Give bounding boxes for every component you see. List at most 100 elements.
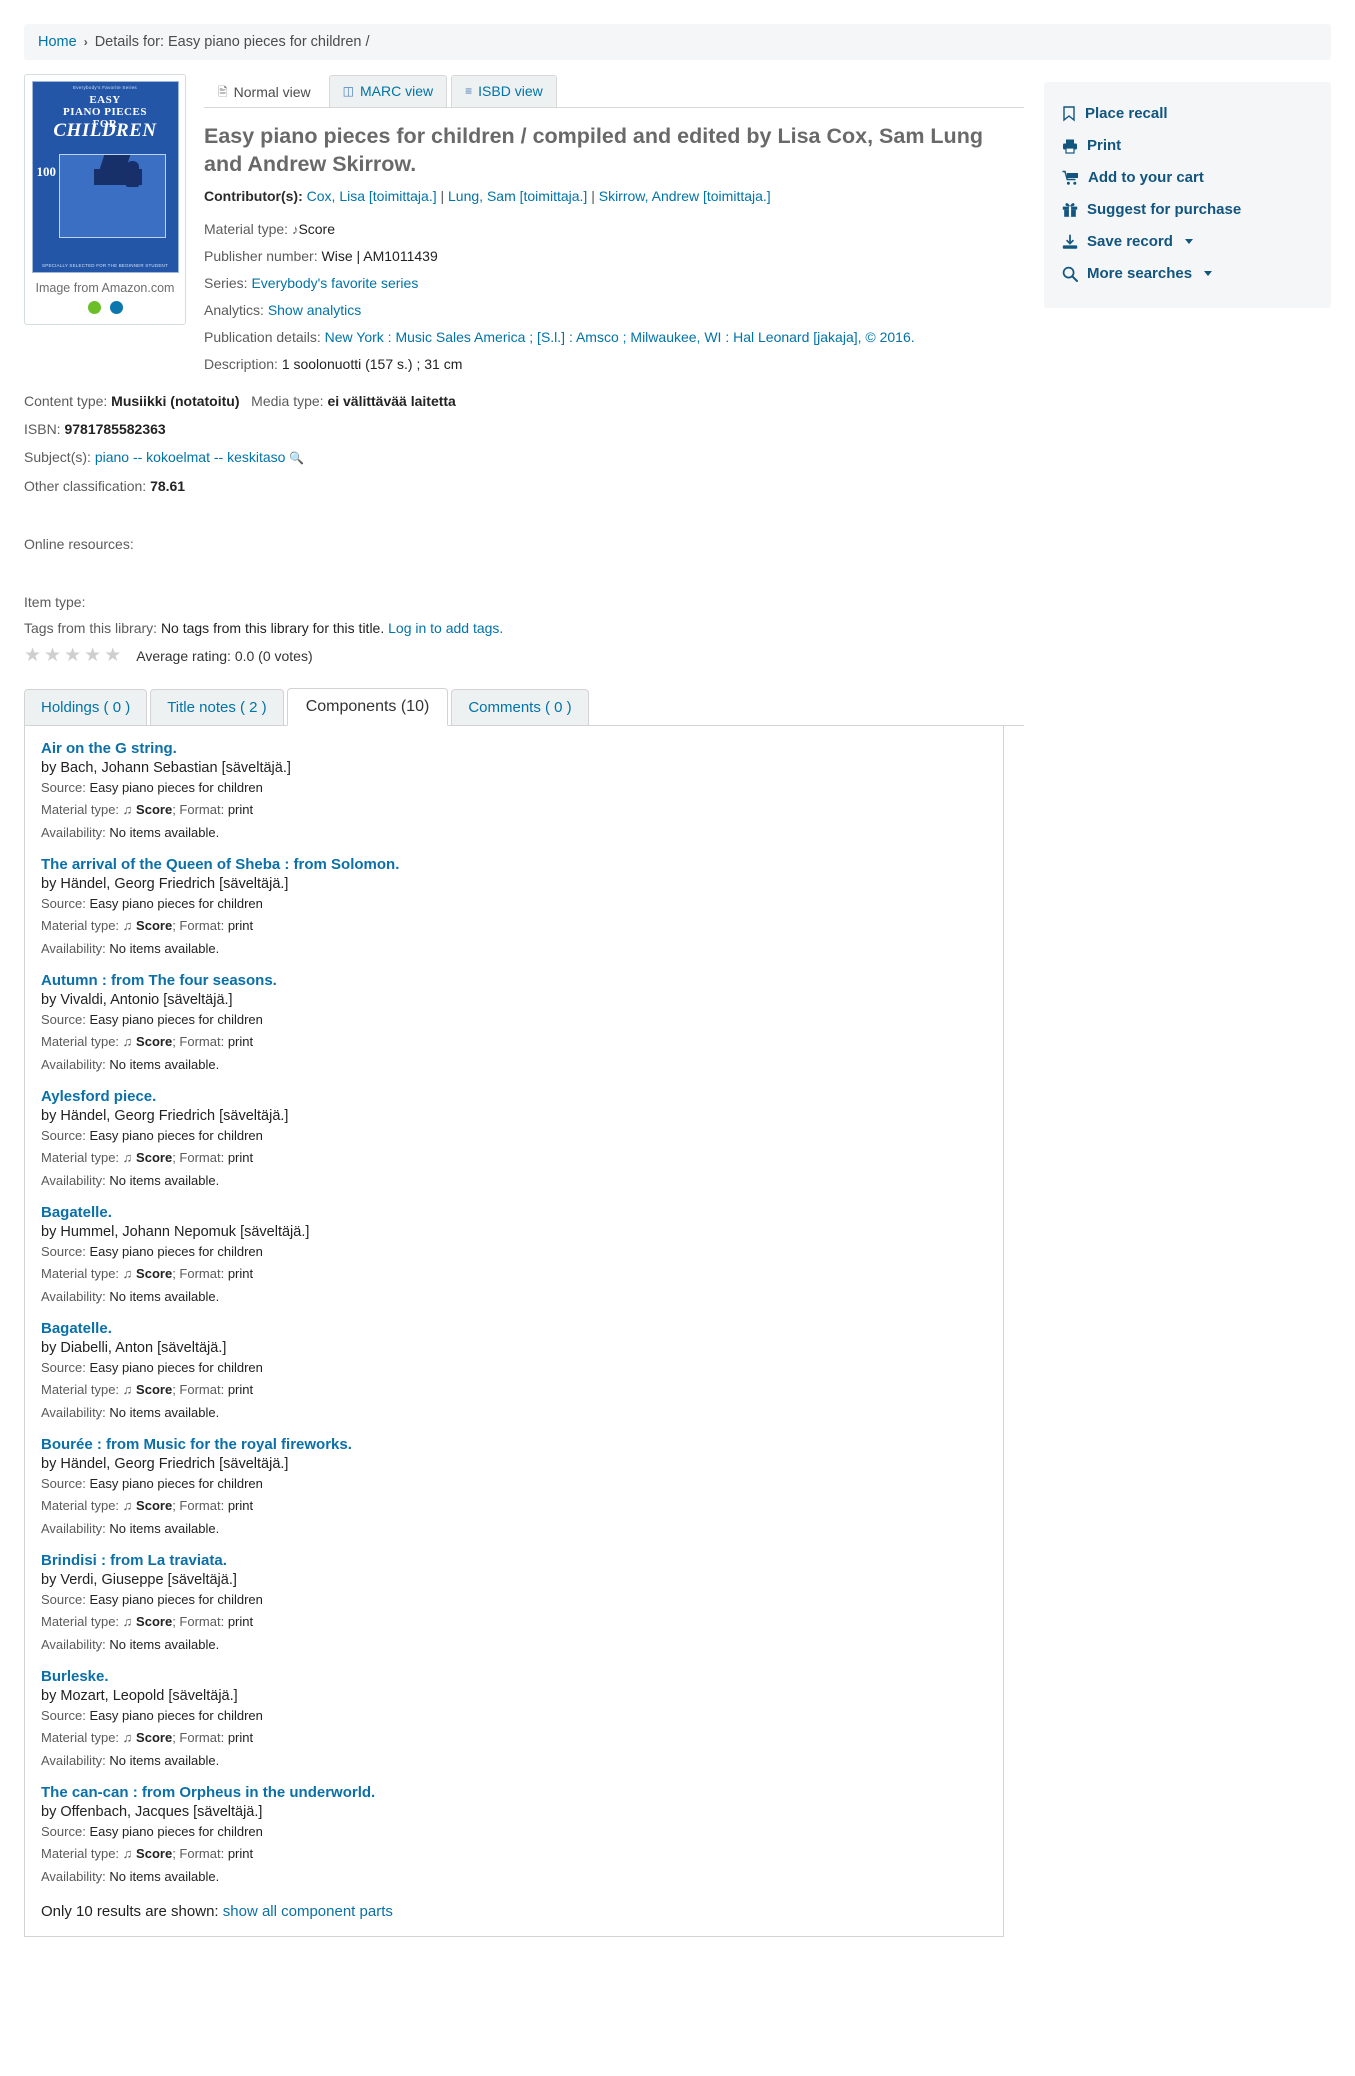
component-author: by Offenbach, Jacques [säveltäjä.]: [41, 1803, 987, 1822]
components-panel: Air on the G string. by Bach, Johann Seba…: [24, 726, 1004, 1937]
description-label: Description:: [204, 356, 278, 372]
tab-isbd-view[interactable]: ≡ ISBD view: [451, 75, 557, 108]
log-in-to-add-tags-link[interactable]: Log in to add tags.: [388, 620, 503, 636]
component-availability: Availability: No items available.: [41, 1171, 987, 1191]
component-source-value: Easy piano pieces for children: [89, 1708, 263, 1723]
star-icon-2[interactable]: ★: [44, 644, 62, 667]
tab-title-notes[interactable]: Title notes ( 2 ): [150, 689, 284, 726]
component-title-link[interactable]: Autumn : from The four seasons.: [41, 972, 987, 989]
show-analytics-link[interactable]: Show analytics: [268, 302, 361, 318]
component-material-type-value: Score: [136, 918, 173, 933]
component-title-link[interactable]: Air on the G string.: [41, 740, 987, 757]
component-material-type: Material type: ♫ Score; Format: print: [41, 1264, 987, 1284]
search-icon: [1062, 266, 1078, 282]
tab-comments[interactable]: Comments ( 0 ): [451, 689, 589, 726]
publication-details-link[interactable]: New York : Music Sales America ; [S.l.] …: [325, 329, 915, 345]
media-type-label: Media type:: [251, 393, 324, 409]
component-item: Burleske. by Mozart, Leopold [säveltäjä.]…: [41, 1668, 987, 1771]
sidebar-item-more-searches-label: More searches: [1087, 265, 1193, 282]
music-note-icon: ♫: [122, 1846, 133, 1861]
subject-link[interactable]: piano -- kokoelmat -- keskitaso: [95, 449, 286, 465]
component-material-type: Material type: ♫ Score; Format: print: [41, 1612, 987, 1632]
component-availability: Availability: No items available.: [41, 1403, 987, 1423]
component-title-link[interactable]: Brindisi : from La traviata.: [41, 1552, 987, 1569]
component-material-type: Material type: ♫ Score; Format: print: [41, 916, 987, 936]
search-icon[interactable]: 🔍: [289, 451, 304, 465]
component-source-label: Source:: [41, 1360, 86, 1375]
component-title-link[interactable]: Burleske.: [41, 1668, 987, 1685]
cart-icon: [1062, 170, 1078, 185]
component-item: Aylesford piece. by Händel, Georg Friedri…: [41, 1088, 987, 1191]
component-availability: Availability: No items available.: [41, 1635, 987, 1655]
rating-stars[interactable]: ★ ★ ★ ★ ★: [24, 644, 122, 667]
star-icon-1[interactable]: ★: [24, 644, 42, 667]
sidebar-item-suggest-for-purchase[interactable]: Suggest for purchase: [1062, 194, 1313, 226]
component-material-type-value: Score: [136, 1150, 173, 1165]
component-title-link[interactable]: Bourée : from Music for the royal firewo…: [41, 1436, 987, 1453]
sidebar-item-add-to-cart[interactable]: Add to your cart: [1062, 162, 1313, 194]
component-author-prefix: by: [41, 1572, 57, 1588]
component-material-type-value: Score: [136, 802, 173, 817]
component-availability: Availability: No items available.: [41, 1287, 987, 1307]
component-title-link[interactable]: Bagatelle.: [41, 1320, 987, 1337]
component-material-type-value: Score: [136, 1730, 173, 1745]
component-availability-label: Availability:: [41, 1057, 106, 1072]
component-source: Source: Easy piano pieces for children: [41, 778, 987, 797]
component-format-value: print: [227, 1150, 254, 1165]
component-availability-label: Availability:: [41, 825, 106, 840]
component-source-value: Easy piano pieces for children: [89, 1360, 263, 1375]
publisher-number-row: Publisher number: Wise | AM1011439: [204, 246, 1024, 267]
component-availability-label: Availability:: [41, 1173, 106, 1188]
component-author-prefix: by: [41, 1804, 57, 1820]
cover-scene-illustration: [58, 154, 166, 238]
sidebar-item-place-recall[interactable]: Place recall: [1062, 98, 1313, 130]
component-material-type: Material type: ♫ Score; Format: print: [41, 1032, 987, 1052]
component-author-value: Mozart, Leopold [säveltäjä.]: [60, 1688, 238, 1704]
contributor-link-0[interactable]: Cox, Lisa [toimittaja.]: [307, 188, 437, 204]
sidebar-item-print[interactable]: Print: [1062, 130, 1313, 162]
component-title-link[interactable]: The can-can : from Orpheus in the underw…: [41, 1784, 987, 1801]
component-title-link[interactable]: Aylesford piece.: [41, 1088, 987, 1105]
component-source-value: Easy piano pieces for children: [89, 1012, 263, 1027]
star-icon-5[interactable]: ★: [104, 644, 122, 667]
tab-marc-view[interactable]: ◫ MARC view: [328, 75, 448, 108]
sidebar-item-save-record[interactable]: Save record: [1062, 226, 1313, 258]
tab-components[interactable]: Components (10): [286, 688, 449, 726]
tab-holdings[interactable]: Holdings ( 0 ): [24, 689, 148, 726]
component-format-value: print: [227, 1498, 254, 1513]
music-note-icon: ♫: [122, 802, 133, 817]
component-format-value: print: [227, 802, 254, 817]
sidebar-item-more-searches[interactable]: More searches: [1062, 258, 1313, 290]
breadcrumb-home-link[interactable]: Home: [38, 34, 77, 50]
subjects-label: Subject(s):: [24, 449, 91, 465]
component-source: Source: Easy piano pieces for children: [41, 1822, 987, 1841]
tab-normal-view[interactable]: 🖹 Normal view: [204, 76, 325, 108]
contributor-link-1[interactable]: Lung, Sam [toimittaja.]: [448, 188, 587, 204]
component-title-link[interactable]: Bagatelle.: [41, 1204, 987, 1221]
contributor-link-2[interactable]: Skirrow, Andrew [toimittaja.]: [599, 188, 771, 204]
music-note-icon: ♫: [122, 1382, 133, 1397]
music-note-icon: ♫: [122, 1266, 133, 1281]
component-author-value: Offenbach, Jacques [säveltäjä.]: [60, 1804, 263, 1820]
component-source-label: Source:: [41, 896, 86, 911]
component-availability-value: No items available.: [109, 1869, 220, 1884]
component-item: Bourée : from Music for the royal firewo…: [41, 1436, 987, 1539]
component-author: by Hummel, Johann Nepomuk [säveltäjä.]: [41, 1223, 987, 1242]
components-footer-text: Only 10 results are shown:: [41, 1903, 219, 1920]
component-title-link[interactable]: The arrival of the Queen of Sheba : from…: [41, 856, 987, 873]
content-media-type-row: Content type: Musiikki (notatoitu) Media…: [24, 391, 1024, 412]
component-availability-value: No items available.: [109, 941, 220, 956]
component-availability-label: Availability:: [41, 941, 106, 956]
show-all-component-parts-link[interactable]: show all component parts: [223, 1903, 393, 1920]
star-icon-3[interactable]: ★: [64, 644, 82, 667]
component-availability-value: No items available.: [109, 825, 220, 840]
component-source: Source: Easy piano pieces for children: [41, 1590, 987, 1609]
description-value: 1 soolonuotti (157 s.) ; 31 cm: [281, 356, 463, 372]
star-icon-4[interactable]: ★: [84, 644, 102, 667]
component-source-label: Source:: [41, 1128, 86, 1143]
page-title: Easy piano pieces for children / compile…: [204, 124, 983, 176]
download-icon: [1062, 234, 1078, 249]
component-author-prefix: by: [41, 1688, 57, 1704]
cover-art[interactable]: Everybody's Favorite Series EASY PIANO P…: [31, 81, 179, 273]
series-link[interactable]: Everybody's favorite series: [251, 275, 418, 291]
